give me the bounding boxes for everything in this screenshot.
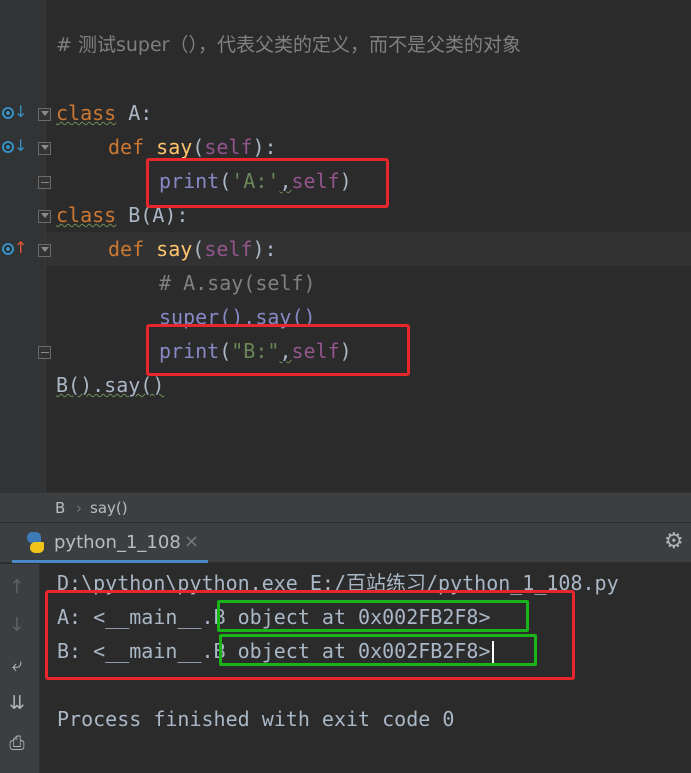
paren: ): <box>252 135 277 159</box>
keyword: class <box>56 203 117 227</box>
code-line-class-a: class A: <box>56 96 152 130</box>
annotation-box-green <box>217 600 529 632</box>
paren: ( <box>192 237 205 261</box>
code-editor[interactable]: ↓ ↓ ↑ # 测试super（），代表父类的定义，而不是父类的对象 class… <box>0 0 691 492</box>
run-tool-window-header: python_1_108 × ⚙ <box>0 523 691 563</box>
function-name: say <box>156 237 193 261</box>
function-name: say <box>156 135 193 159</box>
self-param: self <box>204 237 253 261</box>
keyword: class <box>56 101 117 125</box>
breadcrumb: B › say() <box>0 492 691 523</box>
implemented-icon[interactable]: ↓ <box>2 103 27 121</box>
run-tab[interactable]: python_1_108 × <box>12 523 208 563</box>
arrow-up-icon[interactable]: ↑ <box>5 574 29 600</box>
run-console[interactable]: D:\python\python.exe E:/百站练习/python_1_10… <box>41 564 691 773</box>
fold-marker-icon[interactable] <box>38 210 51 223</box>
paren: ( <box>192 135 205 159</box>
code-line-def-say-b: def say(self): <box>108 232 277 266</box>
breadcrumb-separator: › <box>76 499 82 517</box>
breadcrumb-method[interactable]: say() <box>90 499 128 517</box>
overrides-icon[interactable]: ↑ <box>2 239 27 257</box>
close-icon[interactable]: × <box>184 531 199 552</box>
console-exit-message: Process finished with exit code 0 <box>57 707 455 731</box>
annotation-box-green <box>219 634 537 666</box>
self-param: self <box>204 135 253 159</box>
breadcrumb-class[interactable]: B <box>55 499 65 517</box>
class-name: A: <box>116 101 153 125</box>
run-toolbar: ↑ ↓ ⤶ ⇊ ⎙ <box>0 564 40 773</box>
scroll-to-end-icon[interactable]: ⇊ <box>5 690 29 716</box>
paren: ): <box>252 237 277 261</box>
fold-marker-icon[interactable] <box>38 244 51 257</box>
gear-icon[interactable]: ⚙ <box>664 529 684 554</box>
code-line-inner-comment: # A.say(self) <box>159 271 316 295</box>
keyword: def <box>108 135 145 159</box>
fold-marker-icon[interactable] <box>38 108 51 121</box>
fold-marker-icon[interactable] <box>38 142 51 155</box>
fold-end-icon[interactable] <box>38 176 51 189</box>
code-comment: # 测试super（），代表父类的定义，而不是父类的对象 <box>56 34 521 56</box>
python-icon <box>24 532 46 554</box>
annotation-box-red <box>146 324 410 376</box>
run-tab-label: python_1_108 <box>54 532 181 553</box>
soft-wrap-icon[interactable]: ⤶ <box>5 652 29 678</box>
implemented-icon[interactable]: ↓ <box>2 137 27 155</box>
annotation-box-red <box>146 158 389 208</box>
print-icon[interactable]: ⎙ <box>5 730 29 756</box>
arrow-down-icon[interactable]: ↓ <box>5 612 29 638</box>
keyword: def <box>108 237 145 261</box>
fold-end-icon[interactable] <box>38 346 51 359</box>
